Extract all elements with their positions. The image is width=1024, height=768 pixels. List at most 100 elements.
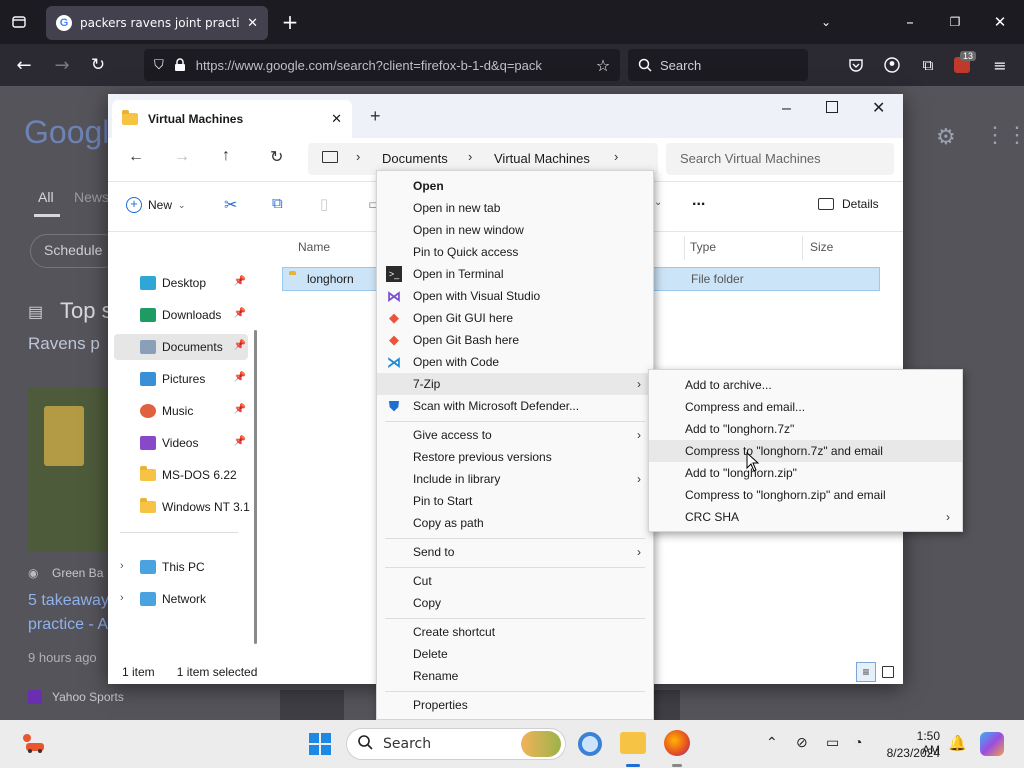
details-button[interactable]: Details bbox=[818, 197, 879, 211]
menu-item-give-access[interactable]: Give access to › bbox=[377, 424, 653, 446]
back-icon[interactable]: ← bbox=[12, 54, 36, 76]
zip-menu-add-7z[interactable]: Add to "longhorn.7z" bbox=[649, 418, 962, 440]
new-tab-icon[interactable]: + bbox=[280, 10, 300, 34]
account-icon[interactable] bbox=[882, 55, 902, 75]
refresh-icon[interactable]: ↻ bbox=[270, 147, 283, 167]
menu-item-open-new-tab[interactable]: Open in new tab bbox=[377, 197, 653, 219]
menu-item-rename[interactable]: Rename bbox=[377, 665, 653, 687]
menu-item-open-git-bash[interactable]: ◆ Open Git Bash here bbox=[377, 329, 653, 351]
forward-icon[interactable]: → bbox=[174, 148, 190, 166]
zip-menu-compress-email[interactable]: Compress and email... bbox=[649, 396, 962, 418]
menu-hamburger-icon[interactable]: ≡ bbox=[990, 55, 1010, 75]
menu-item-open[interactable]: Open bbox=[377, 175, 653, 197]
menu-item-scan-defender[interactable]: ⛊ Scan with Microsoft Defender... bbox=[377, 395, 653, 417]
explorer-tab[interactable]: Virtual Machines ✕ bbox=[112, 100, 352, 138]
menu-item-send-to[interactable]: Send to › bbox=[377, 541, 653, 563]
menu-item-pin-start[interactable]: Pin to Start bbox=[377, 490, 653, 512]
display-icon[interactable]: ▭ bbox=[826, 734, 839, 751]
google-tab-all[interactable]: All bbox=[38, 189, 54, 205]
clock-date[interactable]: 8/23/2024 bbox=[884, 746, 940, 760]
zip-menu-compress-zip-email[interactable]: Compress to "longhorn.zip" and email bbox=[649, 484, 962, 506]
close-window-icon[interactable]: ✕ bbox=[990, 12, 1010, 32]
breadcrumb-virtual-machines[interactable]: Virtual Machines bbox=[494, 151, 590, 166]
forward-icon[interactable]: → bbox=[50, 54, 74, 76]
menu-item-copy-as-path[interactable]: Copy as path bbox=[377, 512, 653, 534]
sidebar-item-this-pc[interactable]: This PC bbox=[114, 554, 248, 580]
volume-icon[interactable]: ◔ bbox=[854, 734, 862, 750]
menu-item-restore-versions[interactable]: Restore previous versions bbox=[377, 446, 653, 468]
close-window-icon[interactable]: ✕ bbox=[872, 98, 885, 118]
reload-icon[interactable]: ↻ bbox=[86, 54, 110, 76]
menu-item-7zip[interactable]: 7-Zip › bbox=[377, 373, 653, 395]
sidebar-item-msdos[interactable]: MS-DOS 6.22 bbox=[114, 462, 248, 488]
windows-start-icon[interactable] bbox=[308, 732, 332, 756]
column-header-type[interactable]: Type bbox=[690, 240, 716, 254]
menu-item-copy[interactable]: Copy bbox=[377, 592, 653, 614]
new-tab-icon[interactable]: + bbox=[370, 106, 381, 127]
zip-menu-add-to-archive[interactable]: Add to archive... bbox=[649, 374, 962, 396]
browser-search-field[interactable]: Search bbox=[628, 49, 808, 81]
minimize-icon[interactable]: – bbox=[782, 100, 791, 118]
zip-menu-compress-7z-email[interactable]: Compress to "longhorn.7z" and email bbox=[649, 440, 962, 462]
minimize-icon[interactable]: – bbox=[900, 12, 920, 32]
show-hidden-icons-chevron-icon[interactable]: ⌃ bbox=[766, 734, 778, 751]
sidebar-item-pictures[interactable]: Pictures 📌 bbox=[114, 366, 248, 392]
sidebar-item-windows-nt[interactable]: Windows NT 3.1 bbox=[114, 494, 254, 520]
copy-icon[interactable]: ⧉ bbox=[272, 195, 283, 212]
takeaway-headline[interactable]: 5 takeaway bbox=[28, 592, 109, 610]
network-offline-icon[interactable]: ⊘ bbox=[796, 734, 808, 751]
menu-item-open-git-gui[interactable]: ◆ Open Git GUI here bbox=[377, 307, 653, 329]
sidebar-item-videos[interactable]: Videos 📌 bbox=[114, 430, 248, 456]
sidebar-item-documents[interactable]: Documents 📌 bbox=[114, 334, 248, 360]
tiles-view-icon[interactable] bbox=[882, 666, 894, 678]
menu-item-open-terminal[interactable]: >_ Open in Terminal bbox=[377, 263, 653, 285]
breadcrumb-documents[interactable]: Documents bbox=[382, 151, 448, 166]
menu-item-open-with-code[interactable]: ⋊ Open with Code bbox=[377, 351, 653, 373]
close-tab-icon[interactable]: ✕ bbox=[331, 111, 342, 127]
explorer-search-field[interactable]: Search Virtual Machines bbox=[666, 143, 894, 175]
practice-headline[interactable]: practice - A bbox=[28, 616, 108, 634]
browser-tab[interactable]: G packers ravens joint practice - G ✕ bbox=[46, 6, 268, 40]
column-header-size[interactable]: Size bbox=[810, 240, 833, 254]
sidebar-item-downloads[interactable]: Downloads 📌 bbox=[114, 302, 248, 328]
file-explorer-taskbar-icon[interactable] bbox=[620, 732, 646, 754]
settings-gear-icon[interactable]: ⚙ bbox=[936, 124, 956, 150]
menu-item-cut[interactable]: Cut bbox=[377, 570, 653, 592]
apps-grid-icon[interactable]: ⋮⋮ bbox=[984, 122, 1024, 148]
more-options-icon[interactable]: ... bbox=[692, 192, 705, 210]
firefox-icon[interactable] bbox=[664, 730, 690, 756]
weather-widget-icon[interactable] bbox=[20, 732, 46, 754]
sidebar-scrollbar[interactable] bbox=[254, 330, 257, 644]
list-all-tabs-icon[interactable]: ⌄ bbox=[816, 12, 836, 32]
bookmark-star-icon[interactable]: ☆ bbox=[592, 55, 614, 75]
details-view-icon[interactable]: ≡ bbox=[856, 662, 876, 682]
tab-list-icon[interactable] bbox=[8, 12, 30, 32]
url-text[interactable]: https://www.google.com/search?client=fir… bbox=[196, 58, 542, 73]
sidebar-item-desktop[interactable]: Desktop 📌 bbox=[114, 270, 248, 296]
up-icon[interactable]: ↑ bbox=[222, 147, 230, 165]
chevron-down-icon[interactable]: ⌄ bbox=[654, 197, 662, 208]
cut-icon[interactable]: ✂ bbox=[224, 195, 237, 215]
menu-item-open-new-window[interactable]: Open in new window bbox=[377, 219, 653, 241]
menu-item-pin-quick-access[interactable]: Pin to Quick access bbox=[377, 241, 653, 263]
shield-icon[interactable]: ⛉ bbox=[154, 58, 164, 73]
taskbar-search-field[interactable]: Search bbox=[346, 728, 566, 760]
back-icon[interactable]: ← bbox=[128, 148, 144, 166]
menu-item-delete[interactable]: Delete bbox=[377, 643, 653, 665]
google-tab-news[interactable]: News bbox=[74, 189, 109, 205]
sidebar-item-music[interactable]: Music 📌 bbox=[114, 398, 248, 424]
notification-bell-icon[interactable]: 🔔 bbox=[948, 734, 967, 752]
copilot-icon[interactable] bbox=[980, 732, 1004, 756]
pocket-icon[interactable] bbox=[846, 55, 866, 75]
zip-menu-crc-sha[interactable]: CRC SHA › bbox=[649, 506, 962, 528]
menu-item-open-visual-studio[interactable]: ⋈ Open with Visual Studio bbox=[377, 285, 653, 307]
sidebar-item-network[interactable]: Network bbox=[114, 586, 248, 612]
paste-icon[interactable]: ▯ bbox=[320, 195, 328, 213]
ravens-headline[interactable]: Ravens p bbox=[28, 334, 100, 354]
menu-item-include-library[interactable]: Include in library › bbox=[377, 468, 653, 490]
maximize-icon[interactable] bbox=[826, 101, 838, 113]
close-tab-icon[interactable]: ✕ bbox=[247, 16, 258, 31]
url-bar[interactable]: ⛉ https://www.google.com/search?client=f… bbox=[144, 49, 620, 81]
cortana-icon[interactable] bbox=[578, 732, 602, 756]
menu-item-create-shortcut[interactable]: Create shortcut bbox=[377, 621, 653, 643]
